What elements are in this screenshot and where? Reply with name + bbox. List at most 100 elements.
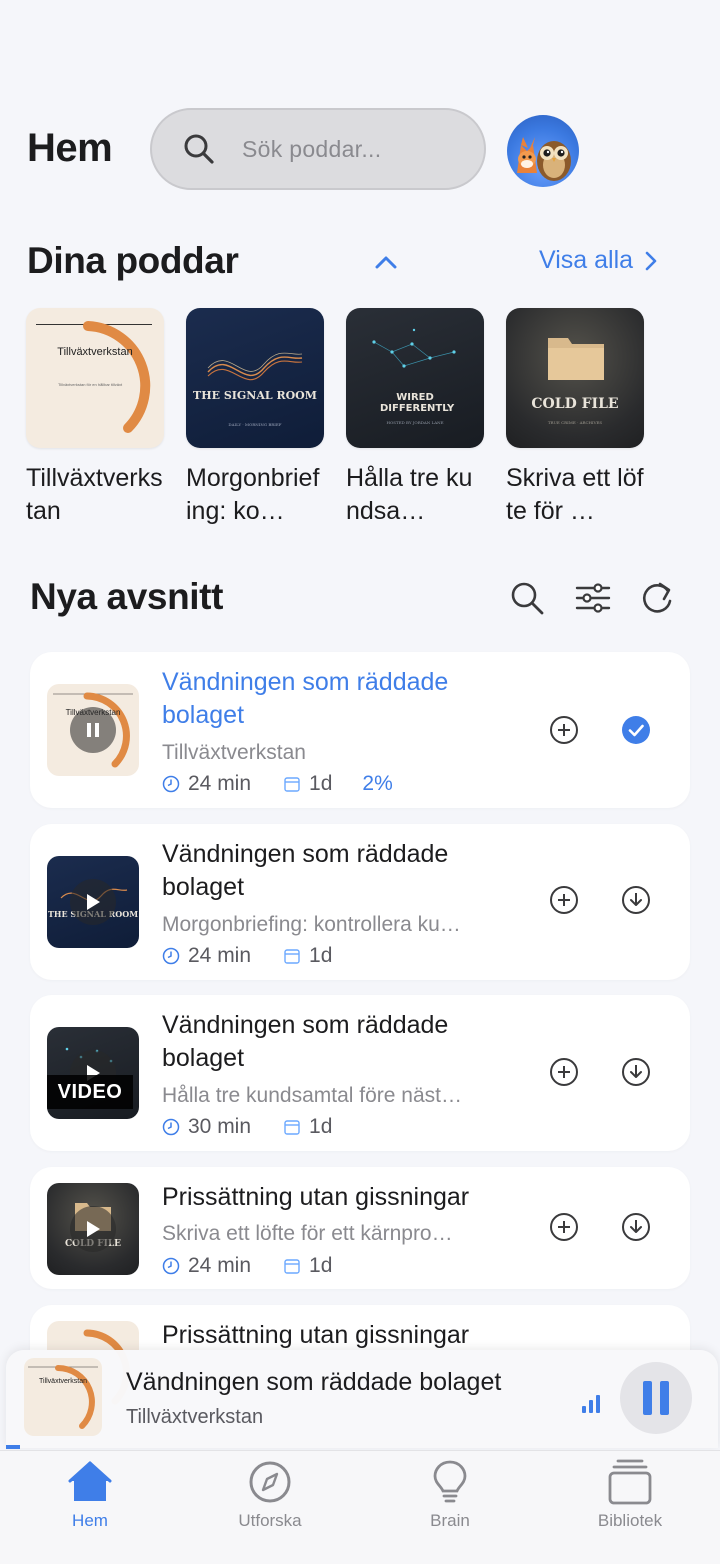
now-playing-title: Vändningen som räddade bolaget (126, 1368, 502, 1396)
download-icon[interactable] (621, 1212, 651, 1242)
lightbulb-icon (433, 1460, 467, 1503)
collapse-chevron-icon[interactable] (372, 250, 400, 274)
pause-icon (643, 1381, 669, 1415)
podcast-cover: THE SIGNAL ROOM DAILY · MORNING BRIEF (186, 308, 324, 448)
section-title-new-episodes: Nya avsnitt (30, 576, 224, 617)
episode-card[interactable]: Tillväxtverkstan Vändningen som räddade … (30, 652, 690, 808)
episode-card[interactable]: COLD FILE Prissättning utan gissningar S… (30, 1167, 690, 1289)
podcast-cover: Tillväxtverkstan Tillväxtverkstan för en… (26, 308, 164, 448)
episode-card[interactable]: THE SIGNAL ROOM Vändningen som räddade b… (30, 824, 690, 980)
podcast-cover: COLD FILE TRUE CRIME · ARCHIVES (506, 308, 644, 448)
tab-brain[interactable]: Brain (395, 1459, 505, 1531)
podcast-tile[interactable]: WIRED DIFFERENTLY HOSTED BY JORDAN LANE … (346, 308, 484, 528)
refresh-icon[interactable] (638, 579, 676, 617)
calendar-icon (284, 1259, 300, 1274)
library-icon (608, 1459, 652, 1505)
episode-meta: 24 min 1d (162, 944, 332, 968)
episode-meta: 24 min 1d (162, 1254, 332, 1278)
podcast-tile[interactable]: COLD FILE TRUE CRIME · ARCHIVES Skriva e… (506, 308, 644, 528)
episode-title: Vändningen som räddade bolaget (162, 668, 449, 729)
episode-title: Vändningen som räddade bolaget (162, 840, 449, 901)
equalizer-icon (582, 1395, 600, 1413)
tab-bar: Hem Utforska Brain Bibliotek (0, 1450, 720, 1564)
folder-icon (548, 338, 604, 380)
artwork-title: Tillväxtverkstan (39, 1378, 87, 1385)
see-all-link[interactable]: Visa alla (539, 246, 659, 275)
section-title-your-podcasts: Dina poddar (27, 240, 239, 281)
now-playing-bar[interactable]: Tillväxtverkstan Vändningen som räddade … (6, 1350, 718, 1448)
cover-subtitle: Tillväxtverkstan för en hållbar tillväxt (58, 382, 123, 387)
cover-subtitle: HOSTED BY JORDAN LANE (386, 420, 444, 425)
cover-subtitle: TRUE CRIME · ARCHIVES (547, 420, 603, 425)
cover-title: Tillväxtverkstan (57, 346, 133, 358)
episode-podcast: Hålla tre kundsamtal före näst… (162, 1084, 462, 1107)
podcast-tile[interactable]: Tillväxtverkstan Tillväxtverkstan för en… (26, 308, 164, 528)
video-badge: VIDEO (47, 1075, 133, 1109)
calendar-icon (284, 777, 300, 792)
episode-meta: 24 min 1d 2% (162, 772, 393, 796)
episode-podcast: Morgonbriefing: kontrollera ku… (162, 913, 461, 936)
add-to-queue-icon[interactable] (549, 1057, 579, 1087)
episode-meta: 30 min 1d (162, 1115, 332, 1139)
clock-icon (162, 775, 180, 793)
episode-thumbnail: VIDEO (47, 1027, 139, 1119)
episode-duration: 24 min (188, 944, 252, 967)
clock-icon (162, 1257, 180, 1275)
podcast-title: Skriva ett löfte för … (506, 464, 644, 525)
episode-duration: 24 min (188, 772, 252, 795)
episode-thumbnail: COLD FILE (47, 1183, 139, 1275)
downloaded-check-icon[interactable] (621, 715, 651, 745)
podcast-cover: WIRED DIFFERENTLY HOSTED BY JORDAN LANE (346, 308, 484, 448)
cover-subtitle: DAILY · MORNING BRIEF (228, 422, 282, 427)
search-episodes-icon[interactable] (508, 579, 546, 617)
download-icon[interactable] (621, 885, 651, 915)
play-overlay-icon[interactable] (70, 879, 116, 925)
clock-icon (162, 947, 180, 965)
now-playing-podcast: Tillväxtverkstan (126, 1406, 264, 1428)
tab-label: Bibliotek (597, 1511, 663, 1530)
tab-label: Utforska (238, 1511, 302, 1530)
tab-label: Hem (72, 1511, 108, 1530)
avatar[interactable] (507, 115, 579, 187)
episode-age: 1d (309, 772, 333, 795)
episode-age: 1d (309, 1115, 333, 1138)
page-title: Hem (27, 126, 113, 170)
tab-label: Brain (430, 1511, 470, 1530)
cover-title: WIRED DIFFERENTLY (380, 392, 455, 414)
podcast-title: Tillväxtverkstan (26, 464, 163, 525)
podcast-title: Hålla tre kundsa… (346, 464, 473, 525)
home-icon (68, 1461, 112, 1501)
download-icon[interactable] (621, 1057, 651, 1087)
episode-age: 1d (309, 1254, 333, 1277)
search-placeholder: Sök poddar... (242, 135, 382, 162)
tab-home[interactable]: Hem (35, 1459, 145, 1531)
play-overlay-icon[interactable] (70, 1206, 116, 1252)
episode-podcast: Skriva ett löfte för ett kärnpro… (162, 1222, 453, 1245)
episode-age: 1d (309, 944, 333, 967)
avatar-illustration (517, 137, 571, 181)
episode-podcast: Tillväxtverkstan (162, 741, 306, 764)
see-all-label: Visa alla (539, 246, 634, 274)
add-to-queue-icon[interactable] (549, 1212, 579, 1242)
episode-duration: 30 min (188, 1115, 252, 1138)
clock-icon (162, 1118, 180, 1136)
podcast-carousel[interactable]: Tillväxtverkstan Tillväxtverkstan för en… (26, 308, 644, 528)
add-to-queue-icon[interactable] (549, 885, 579, 915)
episode-duration: 24 min (188, 1254, 252, 1277)
pause-overlay-icon[interactable] (70, 707, 116, 753)
tab-explore[interactable]: Utforska (215, 1459, 325, 1531)
search-bar[interactable]: Sök poddar... (150, 108, 486, 190)
pause-button[interactable] (620, 1362, 692, 1434)
episode-thumbnail: Tillväxtverkstan (47, 684, 139, 776)
chevron-right-icon (645, 251, 657, 270)
podcast-tile[interactable]: THE SIGNAL ROOM DAILY · MORNING BRIEF Mo… (186, 308, 324, 528)
tab-library[interactable]: Bibliotek (575, 1459, 685, 1531)
add-to-queue-icon[interactable] (549, 715, 579, 745)
episode-card[interactable]: VIDEO Vändningen som räddade bolaget Hål… (30, 995, 690, 1151)
filter-sliders-icon[interactable] (574, 579, 612, 617)
episode-title: Prissättning utan gissningar (162, 1321, 470, 1349)
calendar-icon (284, 1120, 300, 1135)
cover-title: THE SIGNAL ROOM (193, 389, 317, 402)
cover-title: COLD FILE (531, 396, 619, 412)
episode-progress: 2% (362, 772, 393, 795)
